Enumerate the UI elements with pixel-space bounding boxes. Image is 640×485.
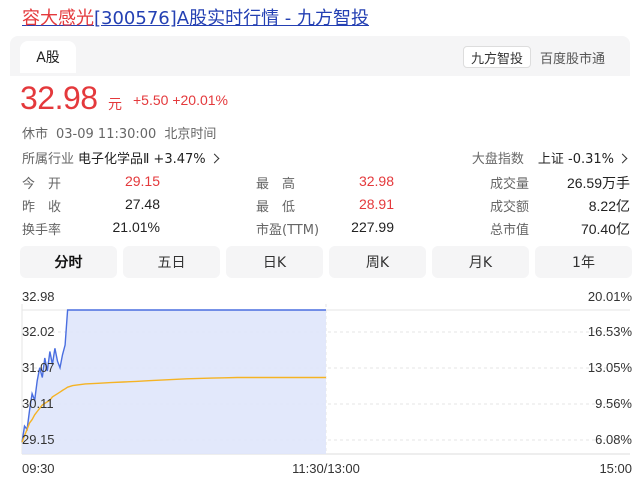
x-tick-label: 11:30/13:00 — [292, 461, 360, 476]
stat-label: 成交额 — [490, 200, 530, 215]
y-right-tick-label: 13.05% — [588, 360, 633, 375]
industry-change: +3.47% — [153, 152, 206, 167]
stat-value: 8.22亿 — [588, 198, 630, 214]
y-tick-label: 32.98 — [22, 289, 55, 304]
stat-value: 21.01% — [112, 219, 160, 235]
stats-row: 今 开 29.15 最 高 32.98 成交量 26.59万手 — [22, 173, 632, 196]
period-tabs: 分时 五日 日K 周K 月K 1年 — [20, 246, 632, 278]
change-percent: +20.01% — [172, 92, 228, 108]
price-unit: 元 — [108, 97, 122, 113]
y-right-tick-label: 20.01% — [588, 289, 633, 304]
chevron-right-icon — [209, 153, 220, 164]
y-tick-label: 32.02 — [22, 324, 55, 339]
stat-value: 227.99 — [351, 219, 394, 235]
industry-name: 电子化学品Ⅱ — [78, 152, 150, 167]
stat-value: 28.91 — [358, 196, 394, 212]
x-tick-label: 09:30 — [22, 461, 55, 476]
market-index-link[interactable]: 大盘指数 上证 -0.31% — [471, 148, 628, 167]
price-change: +5.50 +20.01% — [133, 92, 228, 108]
stat-label: 市盈(TTM) — [256, 223, 320, 238]
index-change: -0.31% — [568, 152, 614, 167]
stat-value: 27.48 — [124, 196, 160, 212]
stat-label: 最 高 — [256, 177, 296, 192]
stat-label: 成交量 — [490, 177, 530, 192]
stat-value: 32.98 — [358, 173, 394, 189]
industry-label: 所属行业 — [22, 152, 75, 167]
x-tick-label: 15:00 — [599, 461, 632, 476]
change-amount: +5.50 — [133, 92, 169, 108]
page-title[interactable]: 容大感光[300576]A股实时行情 - 九方智投 — [22, 4, 369, 30]
status-datetime: 03-09 11:30:00 — [56, 127, 157, 142]
stat-label: 换手率 — [22, 223, 62, 238]
y-right-tick-label: 9.56% — [595, 396, 632, 411]
stat-value: 70.40亿 — [580, 221, 630, 237]
market-status: 休市 03-09 11:30:00 北京时间 — [22, 123, 224, 142]
tab-monthly-k[interactable]: 月K — [432, 246, 529, 278]
index-name: 上证 — [537, 152, 564, 167]
card-header — [10, 36, 630, 76]
y-tick-label: 29.15 — [22, 432, 55, 447]
y-right-tick-label: 6.08% — [595, 432, 632, 447]
chevron-right-icon — [617, 153, 628, 164]
stats-row: 昨 收 27.48 最 低 28.91 成交额 8.22亿 — [22, 196, 632, 219]
stat-label: 最 低 — [256, 200, 296, 215]
stat-label: 今 开 — [22, 177, 62, 192]
industry-link[interactable]: 所属行业 电子化学品Ⅱ +3.47% — [22, 148, 220, 167]
stats-grid: 今 开 29.15 最 高 32.98 成交量 26.59万手 昨 收 27.48 最 … — [22, 173, 632, 242]
tab-one-year[interactable]: 1年 — [535, 246, 632, 278]
index-label: 大盘指数 — [471, 152, 524, 167]
stats-row: 换手率 21.01% 市盈(TTM) 227.99 总市值 70.40亿 — [22, 219, 632, 242]
stat-value: 26.59万手 — [566, 175, 630, 191]
status-timezone: 北京时间 — [164, 127, 217, 142]
title-stock-name: 容大感光 — [22, 8, 94, 29]
tab-intraday[interactable]: 分时 — [20, 246, 117, 278]
tab-daily-k[interactable]: 日K — [226, 246, 323, 278]
price-area — [22, 310, 326, 454]
stat-label: 总市值 — [490, 223, 530, 238]
source-chip-jiufang[interactable]: 九方智投 — [463, 46, 532, 68]
tab-five-day[interactable]: 五日 — [123, 246, 220, 278]
y-right-tick-label: 16.53% — [588, 324, 633, 339]
title-rest: [300576]A股实时行情 - 九方智投 — [94, 8, 370, 29]
source-chip-baidu[interactable]: 百度股市通 — [540, 46, 605, 68]
stat-value: 29.15 — [124, 173, 160, 189]
tab-a-share[interactable]: A股 — [20, 41, 76, 73]
tab-weekly-k[interactable]: 周K — [329, 246, 426, 278]
status-state: 休市 — [22, 127, 49, 142]
stat-label: 昨 收 — [22, 200, 62, 215]
current-price: 32.98 — [20, 80, 98, 116]
intraday-chart[interactable]: 32.98 32.02 31.07 30.11 29.15 20.01% 16.53% 13.… — [0, 284, 640, 485]
y-tick-label: 31.07 — [22, 360, 55, 375]
y-tick-label: 30.11 — [22, 396, 54, 411]
